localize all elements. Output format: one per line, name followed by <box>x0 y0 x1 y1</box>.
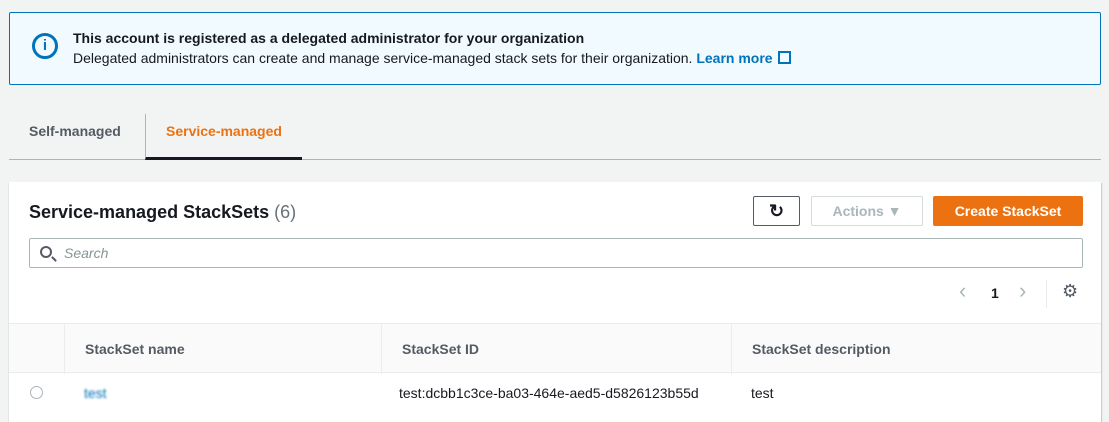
search-placeholder: Search <box>64 245 109 261</box>
learn-more-link[interactable]: Learn more <box>696 50 791 66</box>
alert-body-text: Delegated administrators can create and … <box>73 50 693 66</box>
prev-page-button[interactable]: ‹ <box>959 278 966 304</box>
next-page-button[interactable]: › <box>1019 278 1026 304</box>
learn-more-label: Learn more <box>696 50 773 66</box>
tab-self-managed[interactable]: Self-managed <box>9 114 141 160</box>
stackset-name-link[interactable]: test <box>84 373 107 413</box>
stacksets-panel: Service-managed StackSets (6) ↻ Actions … <box>9 182 1101 422</box>
panel-title-text: Service-managed StackSets <box>29 202 270 222</box>
tabs: Self-managed Service-managed <box>9 114 1101 160</box>
info-alert: i This account is registered as a delega… <box>9 12 1101 85</box>
table-header: StackSet name StackSet ID StackSet descr… <box>9 323 1101 374</box>
page-number[interactable]: 1 <box>991 285 999 301</box>
create-stackset-button[interactable]: Create StackSet <box>933 196 1083 226</box>
external-link-icon <box>777 51 791 64</box>
stackset-id: test:dcbb1c3ce-ba03-464e-aed5-d5826123b5… <box>399 385 699 401</box>
refresh-button[interactable]: ↻ <box>753 196 800 226</box>
table-row: test test:dcbb1c3ce-ba03-464e-aed5-d5826… <box>9 373 1101 415</box>
column-header-id[interactable]: StackSet ID <box>381 324 731 374</box>
info-icon: i <box>32 33 58 59</box>
settings-icon[interactable]: ⚙ <box>1062 281 1078 302</box>
stackset-description: test <box>751 385 774 401</box>
stackset-count: (6) <box>274 202 297 222</box>
search-icon <box>40 246 52 258</box>
divider <box>1046 280 1047 308</box>
actions-dropdown[interactable]: Actions ▼ <box>811 196 923 226</box>
alert-title: This account is registered as a delegate… <box>73 30 585 46</box>
row-radio[interactable] <box>30 386 43 399</box>
tab-service-managed[interactable]: Service-managed <box>145 114 302 160</box>
alert-body: Delegated administrators can create and … <box>73 50 791 66</box>
panel-title: Service-managed StackSets (6) <box>29 202 296 223</box>
column-header-name[interactable]: StackSet name <box>64 324 382 374</box>
search-input[interactable]: Search <box>29 238 1083 268</box>
column-header-description[interactable]: StackSet description <box>731 324 1101 374</box>
